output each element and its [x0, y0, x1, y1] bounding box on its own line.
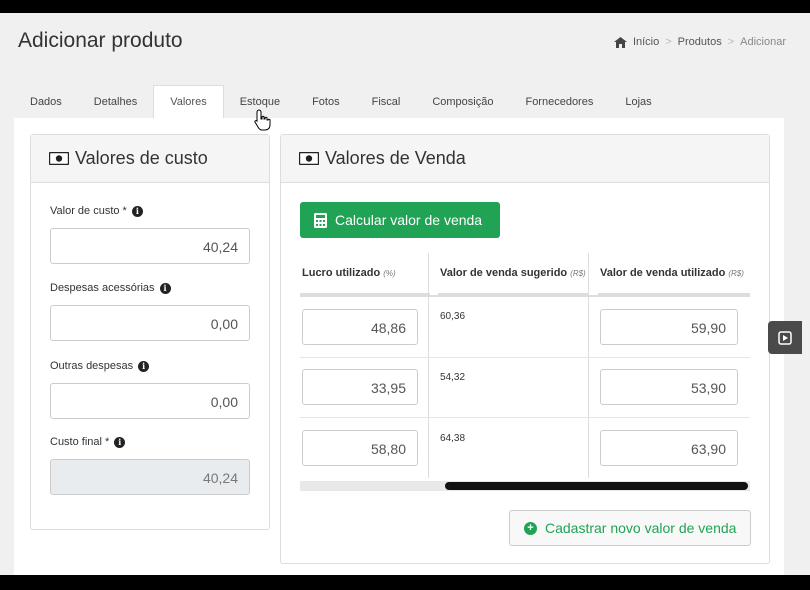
column-divider [588, 253, 589, 478]
info-icon[interactable]: i [114, 436, 126, 448]
sugerido-value: 54,32 [440, 372, 466, 383]
money-icon [49, 152, 69, 165]
outras-input[interactable]: 0,00 [50, 383, 250, 419]
tab-composicao[interactable]: Composição [416, 85, 509, 118]
outras-label: Outras despesas i [50, 360, 150, 372]
table-header-rule [300, 295, 750, 297]
side-panel-toggle[interactable] [768, 321, 802, 354]
cost-panel-header: Valores de custo [31, 135, 269, 183]
breadcrumb-products[interactable]: Produtos [678, 36, 722, 48]
col-header-utilizado-text: Valor de venda utilizado [600, 267, 726, 279]
tab-lojas[interactable]: Lojas [609, 85, 667, 118]
breadcrumb-current: Adicionar [740, 36, 786, 48]
tab-content: Valores de custo Valor de custo * i 40,24… [14, 118, 784, 575]
breadcrumb-separator: > [665, 36, 672, 48]
sugerido-value: 64,38 [440, 433, 466, 444]
col-header-lucro: Lucro utilizado (%) [300, 253, 430, 295]
row-divider [300, 357, 750, 358]
tab-fiscal[interactable]: Fiscal [356, 85, 417, 118]
page-title: Adicionar produto [18, 29, 183, 52]
scrollbar-thumb[interactable] [445, 482, 748, 490]
despesas-label-text: Despesas acessórias [50, 282, 155, 294]
utilizado-input[interactable]: 59,90 [600, 309, 738, 345]
horizontal-scrollbar[interactable] [300, 481, 750, 491]
row-divider [300, 417, 750, 418]
lucro-input[interactable]: 48,86 [302, 309, 418, 345]
custo-final-label: Custo final * i [50, 436, 126, 448]
info-icon[interactable]: i [159, 282, 171, 294]
custo-final-input: 40,24 [50, 459, 250, 495]
calcular-venda-label: Calcular valor de venda [335, 212, 483, 228]
breadcrumb-separator: > [727, 36, 735, 48]
page-header: Adicionar produto Início > Produtos > Ad… [0, 13, 810, 67]
hand-cursor-icon [254, 109, 271, 131]
utilizado-input[interactable]: 53,90 [600, 369, 738, 405]
info-icon[interactable]: i [131, 205, 143, 217]
col-header-sugerido: Valor de venda sugerido (R$) [438, 253, 588, 295]
custo-final-label-text: Custo final * [50, 436, 110, 448]
col-header-lucro-text: Lucro utilizado [302, 267, 381, 279]
tab-fornecedores[interactable]: Fornecedores [509, 85, 609, 118]
cadastrar-valor-label: Cadastrar novo valor de venda [545, 520, 737, 536]
sale-values-table: Lucro utilizado (%) Valor de venda sugeri… [300, 253, 750, 493]
calcular-venda-button[interactable]: Calcular valor de venda [300, 202, 500, 238]
plus-circle-icon: + [524, 521, 537, 535]
breadcrumb: Início > Produtos > Adicionar [613, 36, 786, 48]
breadcrumb-home[interactable]: Início [633, 36, 659, 48]
money-icon [299, 152, 319, 165]
cost-panel: Valores de custo Valor de custo * i 40,24… [30, 134, 270, 530]
col-header-lucro-unit: (%) [383, 268, 396, 278]
sugerido-value: 60,36 [440, 311, 466, 322]
cost-panel-title: Valores de custo [75, 148, 208, 168]
valor-custo-label-text: Valor de custo * [50, 205, 127, 217]
col-header-sugerido-text: Valor de venda sugerido [440, 267, 568, 279]
lucro-input[interactable]: 58,80 [302, 430, 418, 466]
home-icon [613, 36, 627, 48]
tab-bar: Dados Detalhes Valores Estoque Fotos Fis… [14, 85, 784, 118]
column-divider [428, 253, 429, 478]
app-frame: Adicionar produto Início > Produtos > Ad… [0, 13, 810, 575]
tab-detalhes[interactable]: Detalhes [78, 85, 153, 118]
despesas-input[interactable]: 0,00 [50, 305, 250, 341]
valor-custo-label: Valor de custo * i [50, 205, 143, 217]
col-header-utilizado: Valor de venda utilizado (R$) [598, 253, 750, 295]
tab-fotos[interactable]: Fotos [296, 85, 356, 118]
col-header-sugerido-unit: (R$) [570, 268, 586, 278]
sale-panel-header: Valores de Venda [281, 135, 769, 183]
calculator-icon [314, 212, 327, 228]
valor-custo-input[interactable]: 40,24 [50, 228, 250, 264]
cadastrar-valor-button[interactable]: + Cadastrar novo valor de venda [509, 510, 751, 546]
despesas-label: Despesas acessórias i [50, 282, 171, 294]
utilizado-input[interactable]: 63,90 [600, 430, 738, 466]
outras-label-text: Outras despesas [50, 360, 134, 372]
sale-panel-title: Valores de Venda [325, 148, 466, 168]
col-header-utilizado-unit: (R$) [728, 268, 744, 278]
play-icon [778, 330, 792, 345]
info-icon[interactable]: i [138, 360, 150, 372]
lucro-input[interactable]: 33,95 [302, 369, 418, 405]
sale-panel: Valores de Venda Calcular valor de venda… [280, 134, 770, 564]
tab-dados[interactable]: Dados [14, 85, 78, 118]
tab-valores[interactable]: Valores [153, 85, 224, 118]
